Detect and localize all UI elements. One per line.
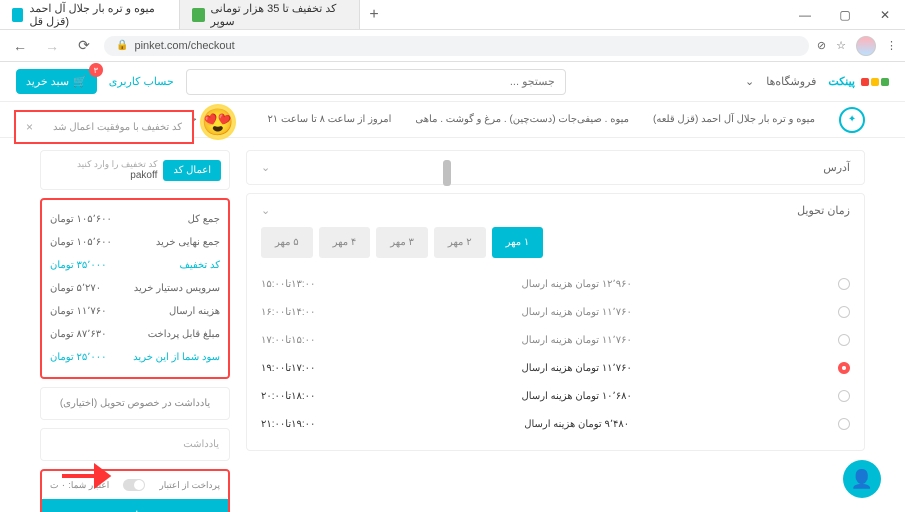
time-slot[interactable]: ۹٬۴۸۰ تومان هزینه ارسال۱۹:۰۰تا۲۱:۰۰ bbox=[261, 410, 850, 438]
page-content: پینکت فروشگاه‌ها ⌄ حساب کاربری 🛒 سبد خری… bbox=[0, 62, 905, 512]
browser-tab-active[interactable]: میوه و تره بار جلال آل احمد (قزل قل bbox=[0, 0, 180, 29]
apply-coupon-button[interactable]: اعمال کد bbox=[163, 160, 221, 181]
password-icon[interactable]: ⊘ bbox=[817, 39, 826, 52]
site-header: پینکت فروشگاه‌ها ⌄ حساب کاربری 🛒 سبد خری… bbox=[0, 62, 905, 102]
date-option[interactable]: ۲ مهر bbox=[434, 227, 486, 258]
minimize-button[interactable]: — bbox=[785, 8, 825, 22]
credit-label: پرداخت از اعتبار bbox=[159, 480, 220, 491]
reload-button[interactable]: ⟳ bbox=[72, 37, 96, 54]
note-title: یادداشت در خصوص تحویل (اختیاری) bbox=[40, 387, 230, 420]
breadcrumb-hours: امروز از ساعت ۸ تا ساعت ۲۱ bbox=[267, 114, 391, 125]
radio-selected-icon bbox=[838, 362, 850, 374]
stores-link[interactable]: فروشگاه‌ها bbox=[766, 75, 816, 88]
time-slot[interactable]: ۱۱٬۷۶۰ تومان هزینه ارسال۱۵:۰۰تا۱۷:۰۰ bbox=[261, 326, 850, 354]
site-logo[interactable]: پینکت bbox=[828, 75, 889, 88]
time-slot[interactable]: ۱۰٬۶۸۰ تومان هزینه ارسال۱۸:۰۰تا۲۰:۰۰ bbox=[261, 382, 850, 410]
address-title: آدرس bbox=[823, 161, 850, 174]
browser-tab[interactable]: کد تخفیف تا 35 هزار تومانی سوپر bbox=[180, 0, 360, 29]
coupon-label: کد تخفیف را وارد کنید bbox=[49, 159, 157, 170]
radio-icon bbox=[838, 278, 850, 290]
credit-toggle[interactable] bbox=[123, 479, 145, 491]
delivery-header[interactable]: زمان تحویل ⌄ bbox=[247, 194, 864, 227]
favicon-icon bbox=[12, 8, 23, 22]
window-controls: — ▢ ✕ bbox=[785, 8, 905, 22]
search-box bbox=[186, 69, 566, 95]
cart-button[interactable]: 🛒 سبد خرید ۳ bbox=[16, 69, 97, 94]
date-option[interactable]: ۴ مهر bbox=[319, 227, 371, 258]
cart-count-badge: ۳ bbox=[89, 63, 103, 77]
menu-icon[interactable]: ⋮ bbox=[886, 39, 897, 52]
date-option[interactable]: ۳ مهر bbox=[376, 227, 428, 258]
search-input[interactable] bbox=[186, 69, 566, 95]
maximize-button[interactable]: ▢ bbox=[825, 8, 865, 22]
pay-button[interactable]: پرداخت bbox=[42, 499, 228, 512]
url-text: pinket.com/checkout bbox=[134, 40, 234, 52]
annotation-arrow-icon bbox=[60, 461, 116, 494]
coupon-value[interactable]: pakoff bbox=[49, 170, 157, 181]
chat-fab-button[interactable]: 👤 bbox=[843, 460, 881, 498]
close-button[interactable]: ✕ bbox=[865, 8, 905, 22]
coupon-box: اعمال کد کد تخفیف را وارد کنید pakoff bbox=[40, 150, 230, 190]
profile-avatar[interactable] bbox=[856, 36, 876, 56]
browser-titlebar: میوه و تره بار جلال آل احمد (قزل قل کد ت… bbox=[0, 0, 905, 30]
back-button[interactable]: ← bbox=[8, 38, 32, 54]
time-slot-selected[interactable]: ۱۱٬۷۶۰ تومان هزینه ارسال۱۷:۰۰تا۱۹:۰۰ bbox=[261, 354, 850, 382]
tab-title: میوه و تره بار جلال آل احمد (قزل قل bbox=[29, 2, 167, 28]
forward-button[interactable]: → bbox=[40, 38, 64, 54]
browser-urlbar: ← → ⟳ 🔒 pinket.com/checkout ⊘ ☆ ⋮ bbox=[0, 30, 905, 62]
date-option[interactable]: ۵ مهر bbox=[261, 227, 313, 258]
note-input[interactable]: یادداشت bbox=[40, 428, 230, 461]
chevron-down-icon: ⌄ bbox=[261, 161, 270, 174]
account-link[interactable]: حساب کاربری bbox=[109, 75, 174, 88]
scrollbar-thumb[interactable] bbox=[443, 160, 451, 186]
logo-text: پینکت bbox=[828, 75, 855, 88]
chevron-down-icon: ⌄ bbox=[261, 204, 270, 217]
radio-icon bbox=[838, 306, 850, 318]
new-tab-button[interactable]: + bbox=[360, 0, 388, 29]
address-panel[interactable]: آدرس ⌄ bbox=[246, 150, 865, 185]
success-toast: کد تخفیف با موفقیت اعمال شد × bbox=[14, 110, 194, 144]
chevron-down-icon: ⌄ bbox=[745, 75, 754, 88]
tab-title: کد تخفیف تا 35 هزار تومانی سوپر bbox=[211, 2, 348, 28]
time-slot[interactable]: ۱۲٬۹۶۰ تومان هزینه ارسال۱۳:۰۰تا۱۵:۰۰ bbox=[261, 270, 850, 298]
lock-icon: 🔒 bbox=[116, 40, 128, 51]
delivery-panel: زمان تحویل ⌄ ۱ مهر ۲ مهر ۳ مهر ۴ مهر ۵ م… bbox=[246, 193, 865, 451]
radio-icon bbox=[838, 390, 850, 402]
heart-eyes-emoji-icon bbox=[200, 104, 236, 140]
store-badge-icon: ✦ bbox=[839, 107, 865, 133]
breadcrumb-category: میوه . صیفی‌جات (دست‌چین) . مرغ و گوشت .… bbox=[415, 114, 629, 125]
address-bar[interactable]: 🔒 pinket.com/checkout bbox=[104, 36, 809, 56]
delivery-title: زمان تحویل bbox=[797, 204, 850, 217]
favicon-icon bbox=[192, 8, 205, 22]
cart-label: سبد خرید bbox=[26, 75, 69, 88]
radio-icon bbox=[838, 334, 850, 346]
breadcrumb-store[interactable]: میوه و تره بار جلال آل احمد (قزل قلعه) bbox=[653, 114, 815, 125]
chat-icon: 👤 bbox=[851, 469, 873, 490]
order-summary: جمع کل۱۰۵٬۶۰۰ تومان جمع نهایی خرید۱۰۵٬۶۰… bbox=[40, 198, 230, 379]
cart-icon: 🛒 bbox=[73, 75, 87, 88]
toast-message: کد تخفیف با موفقیت اعمال شد bbox=[53, 122, 182, 133]
close-icon[interactable]: × bbox=[26, 120, 33, 134]
radio-icon bbox=[838, 418, 850, 430]
date-option[interactable]: ۱ مهر bbox=[492, 227, 544, 258]
bookmark-icon[interactable]: ☆ bbox=[836, 39, 846, 52]
time-slot[interactable]: ۱۱٬۷۶۰ تومان هزینه ارسال۱۴:۰۰تا۱۶:۰۰ bbox=[261, 298, 850, 326]
